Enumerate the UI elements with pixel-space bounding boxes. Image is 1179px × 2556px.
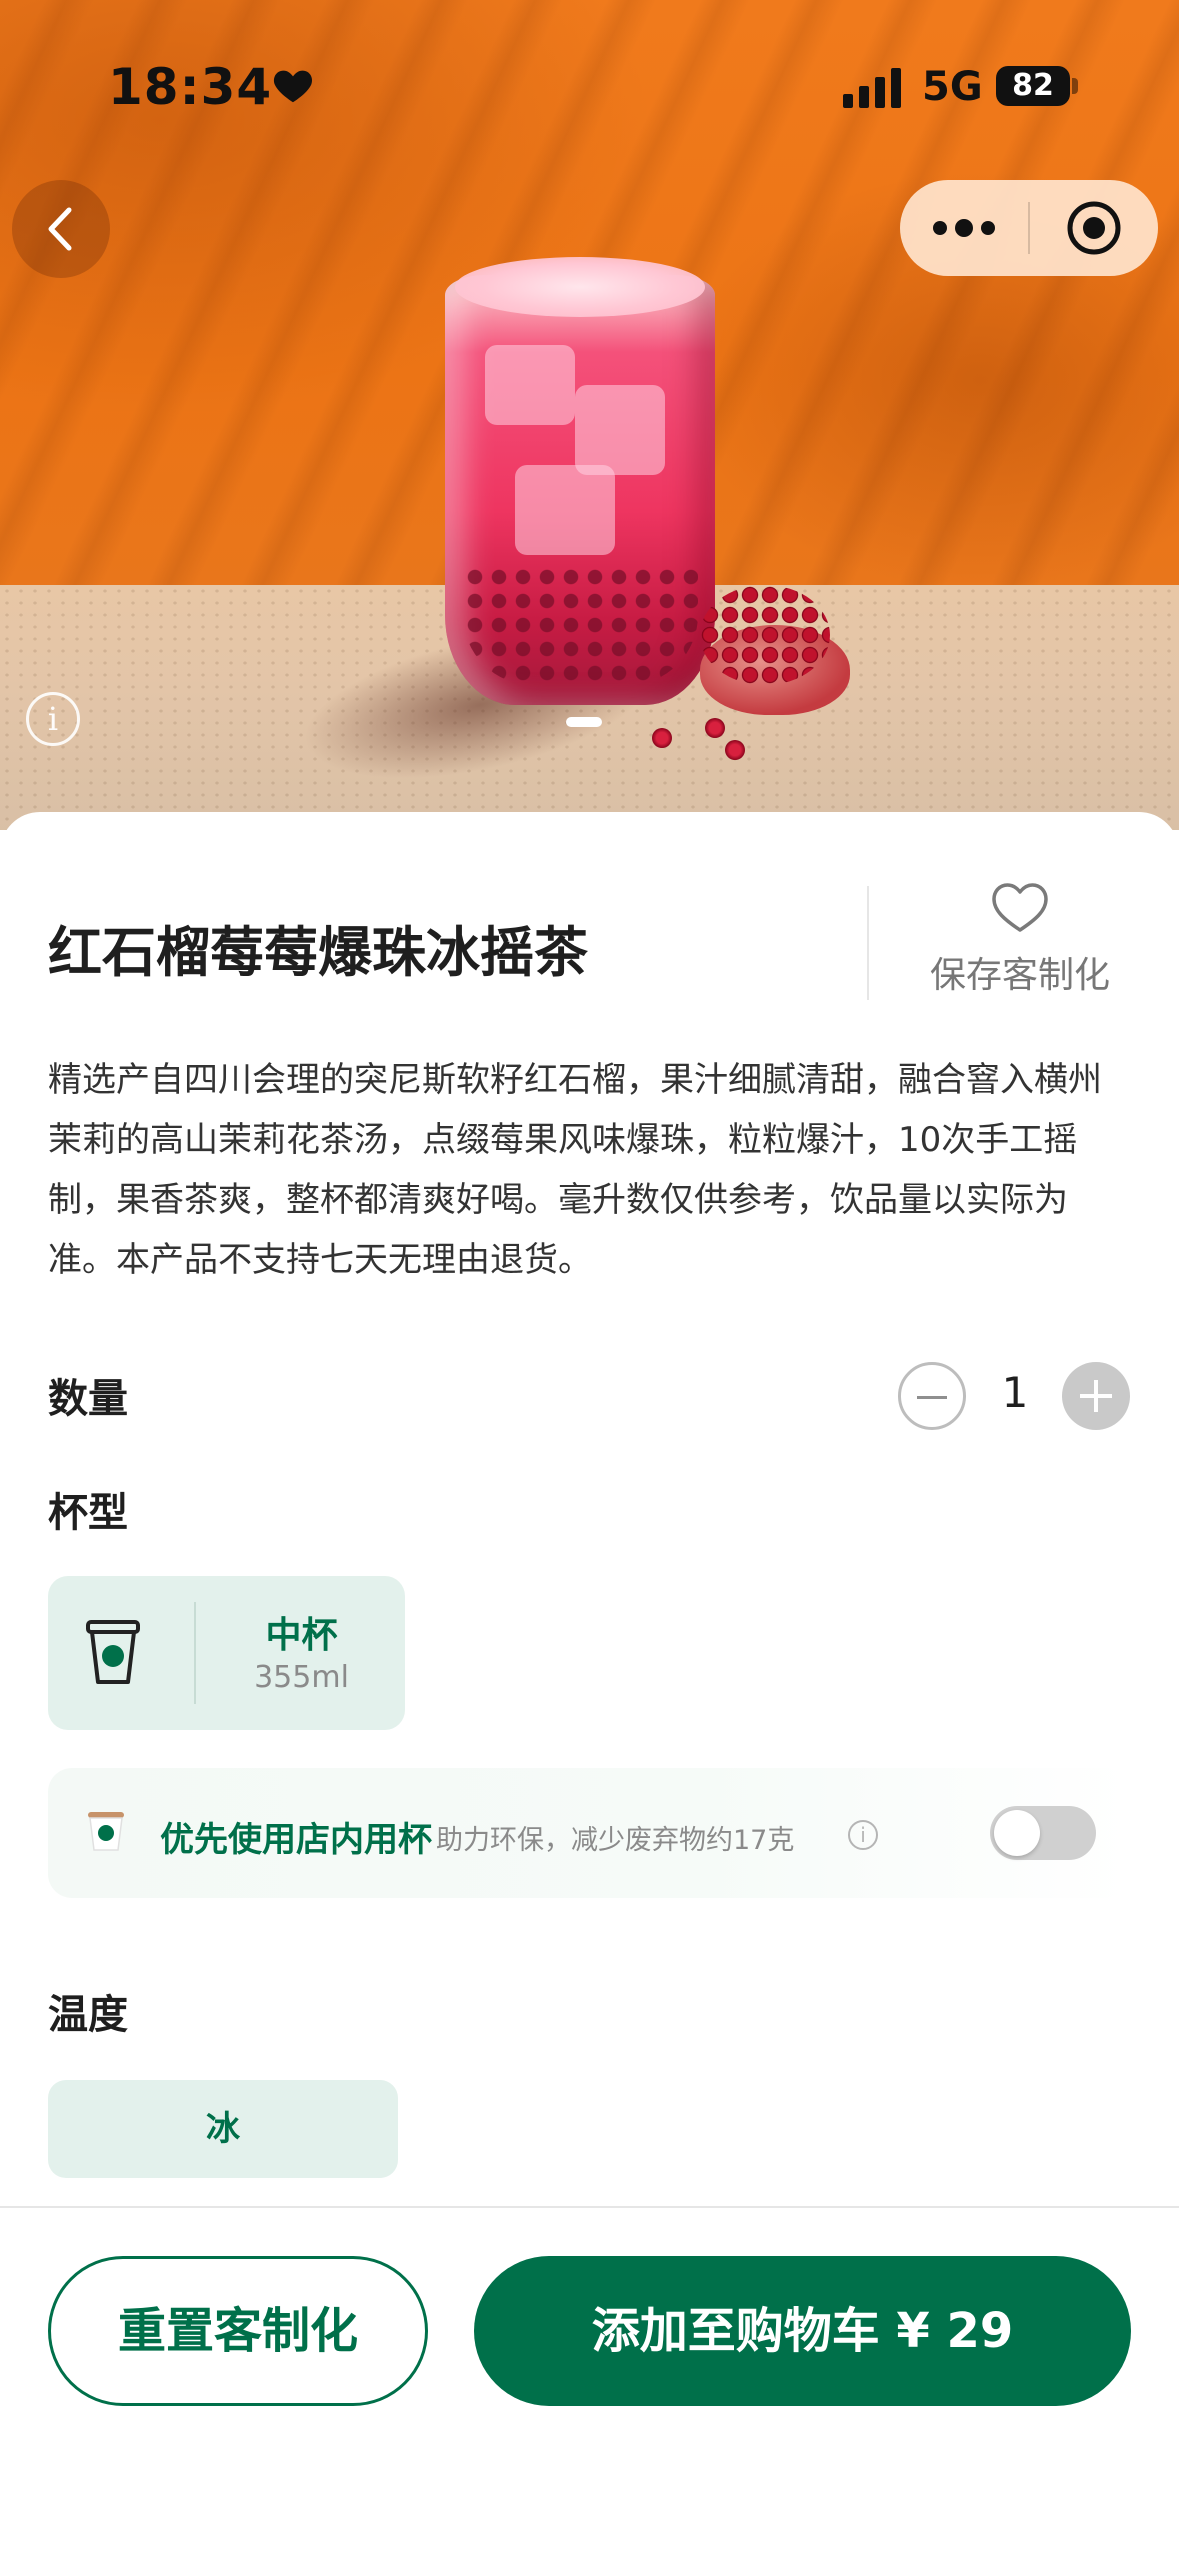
network-type: 5G bbox=[922, 64, 983, 110]
heart-outline-icon bbox=[992, 883, 1048, 932]
cup-option-divider bbox=[194, 1602, 196, 1704]
add-to-cart-button[interactable]: 添加至购物车 ¥ 29 bbox=[474, 2256, 1131, 2406]
image-info-icon[interactable]: i bbox=[26, 692, 80, 746]
in-store-cup-bar: 优先使用店内用杯 助力环保，减少废弃物约17克 i bbox=[48, 1768, 1130, 1898]
product-title: 红石榴莓莓爆珠冰摇茶 bbox=[48, 921, 588, 984]
ice-cube bbox=[515, 465, 615, 555]
product-hero-image: 18:34 5G 82 i bbox=[0, 0, 1179, 830]
cup-size-option-medium[interactable]: 中杯 355ml bbox=[48, 1576, 405, 1730]
quantity-increase-button[interactable] bbox=[1062, 1362, 1130, 1430]
glass-rim bbox=[455, 257, 705, 317]
in-store-cup-icon bbox=[88, 1812, 124, 1851]
more-dots-icon bbox=[933, 219, 995, 237]
pomegranate-seed bbox=[725, 740, 745, 760]
reset-customization-button[interactable]: 重置客制化 bbox=[48, 2256, 428, 2406]
more-button[interactable] bbox=[900, 180, 1028, 276]
quantity-label: 数量 bbox=[48, 1376, 128, 1422]
cup-size-name: 中杯 bbox=[265, 1615, 338, 1656]
in-store-cup-title: 优先使用店内用杯 bbox=[160, 1820, 432, 1860]
back-button[interactable] bbox=[12, 180, 110, 278]
popping-pearls bbox=[463, 565, 698, 685]
quantity-decrease-button[interactable] bbox=[898, 1362, 966, 1430]
close-mini-program-button[interactable] bbox=[1030, 180, 1158, 276]
save-customization-button[interactable]: 保存客制化 bbox=[900, 882, 1140, 1002]
cup-size-volume: 355ml bbox=[254, 1660, 349, 1695]
in-store-cup-info-icon[interactable]: i bbox=[848, 1820, 878, 1850]
cup-icon bbox=[86, 1620, 140, 1684]
product-description: 精选产自四川会理的突尼斯软籽红石榴，果汁细腻清甜，融合窨入横州茉莉的高山茉莉花茶… bbox=[48, 1060, 1102, 1280]
toggle-knob bbox=[994, 1810, 1040, 1856]
in-store-cup-subtitle: 助力环保，减少废弃物约17克 bbox=[436, 1825, 795, 1856]
chevron-left-icon bbox=[48, 207, 72, 251]
in-store-cup-toggle[interactable] bbox=[990, 1806, 1096, 1860]
mini-program-capsule bbox=[900, 180, 1158, 276]
bottom-bar-divider bbox=[0, 2206, 1179, 2208]
pomegranate-seeds bbox=[700, 585, 830, 685]
temperature-label: 温度 bbox=[48, 1992, 128, 2038]
battery-nub bbox=[1072, 78, 1078, 94]
pomegranate-fruit bbox=[690, 585, 850, 715]
pomegranate-seed bbox=[652, 728, 672, 748]
product-detail-page: 18:34 5G 82 i 红石榴莓莓爆珠冰摇茶 保存客制化 精选产自四川会理的… bbox=[0, 0, 1179, 2556]
drink-glass bbox=[445, 257, 715, 705]
heart-icon bbox=[273, 70, 313, 103]
save-customization-label: 保存客制化 bbox=[929, 955, 1110, 996]
battery-level: 82 bbox=[1012, 68, 1054, 103]
cup-size-label: 杯型 bbox=[48, 1490, 128, 1536]
quantity-value: 1 bbox=[1001, 1368, 1029, 1417]
ice-cube bbox=[575, 385, 665, 475]
ice-cube bbox=[485, 345, 575, 425]
carousel-indicator bbox=[566, 717, 602, 727]
title-divider bbox=[867, 886, 869, 1000]
status-time: 18:34 bbox=[108, 58, 273, 116]
battery-icon: 82 bbox=[996, 66, 1070, 106]
record-target-icon bbox=[1067, 201, 1121, 255]
cellular-signal-icon bbox=[843, 68, 901, 108]
pomegranate-seed bbox=[705, 718, 725, 738]
temperature-option-iced[interactable]: 冰 bbox=[48, 2080, 398, 2178]
